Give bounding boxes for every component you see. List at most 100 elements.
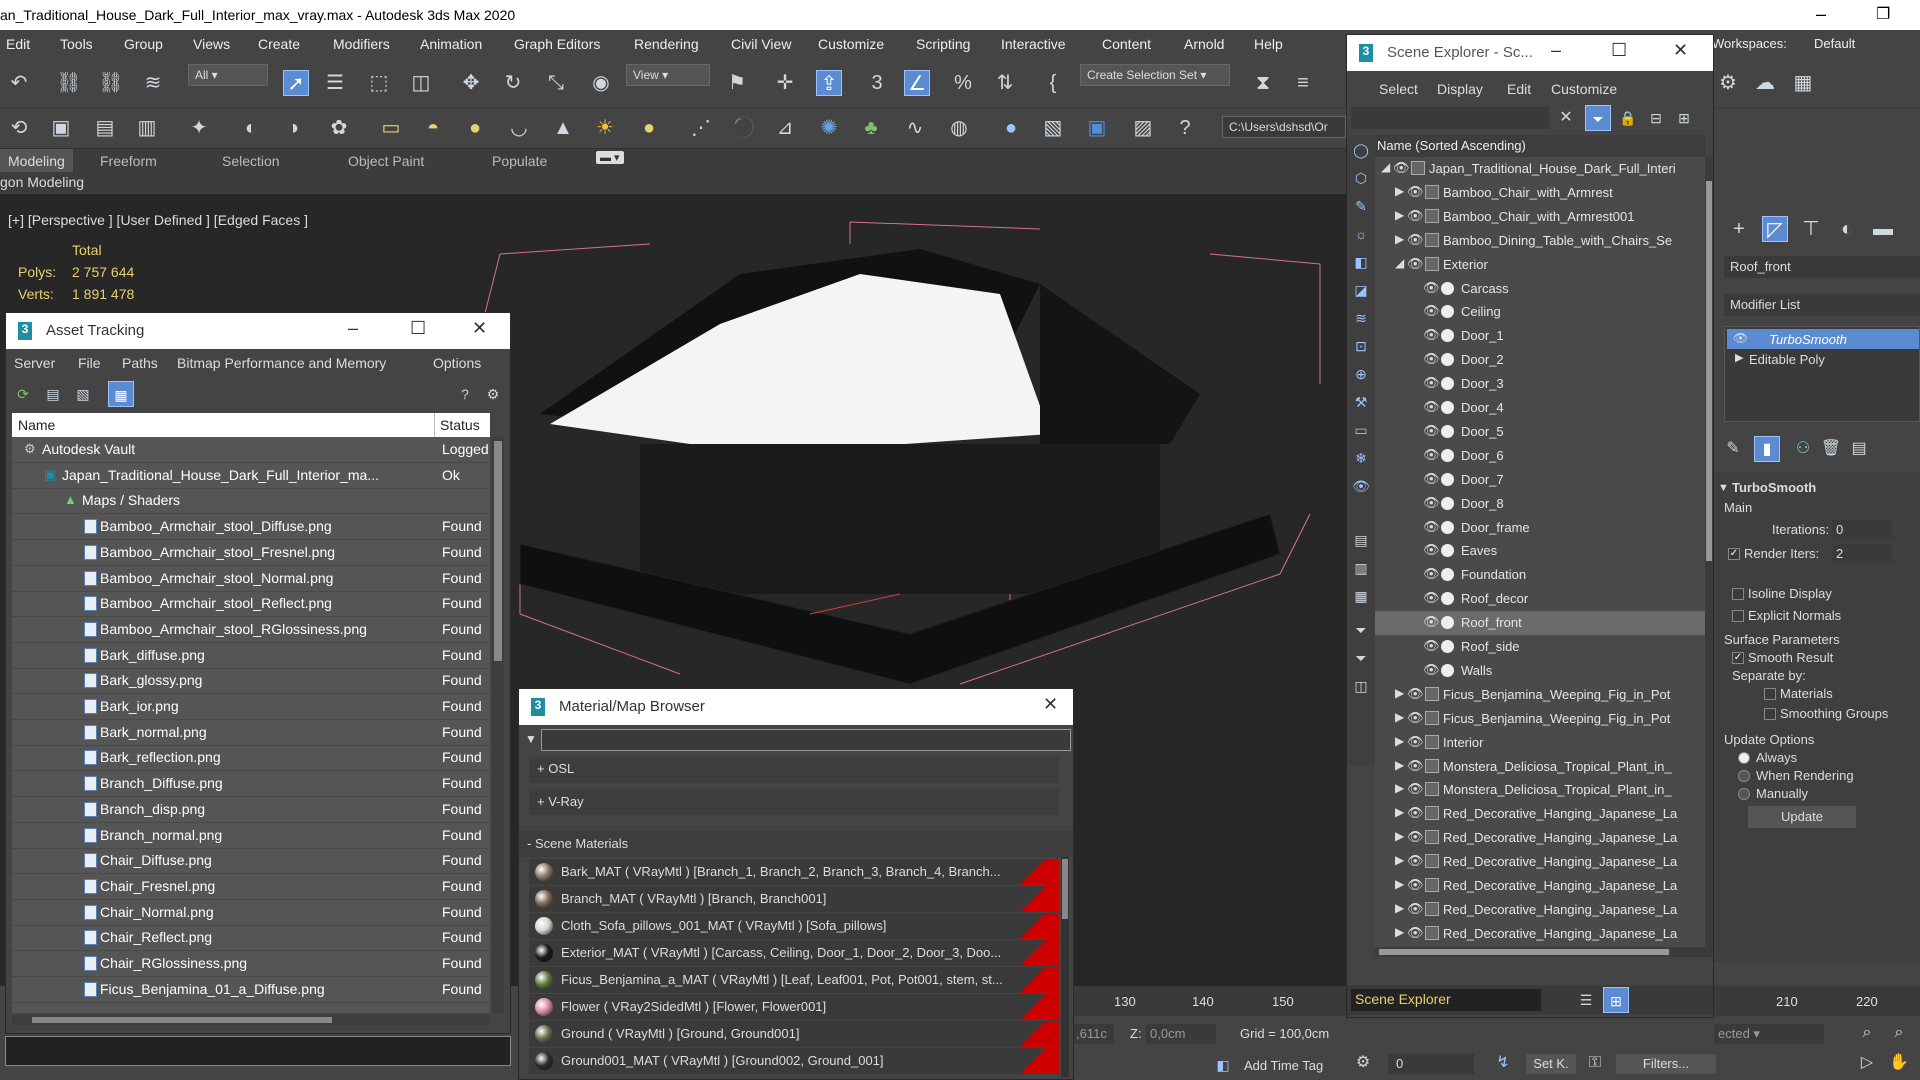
display-helpers-icon[interactable]: ◪ bbox=[1348, 277, 1374, 303]
visibility-eye-icon[interactable]: 👁 bbox=[1423, 303, 1440, 319]
unlink-icon[interactable]: ⛓ bbox=[98, 70, 124, 96]
freeze-dot-icon[interactable] bbox=[1441, 353, 1454, 367]
visibility-eye-icon[interactable]: 👁 bbox=[1407, 853, 1424, 869]
tab-selection[interactable]: Selection bbox=[222, 153, 280, 169]
visibility-eye-icon[interactable]: 👁 bbox=[1407, 877, 1424, 893]
filter-icon[interactable]: ⏷ bbox=[1585, 105, 1611, 131]
clear-search-icon[interactable]: ✕ bbox=[1553, 105, 1579, 131]
cone-icon[interactable]: ▲ bbox=[550, 115, 576, 141]
freeze-dot-icon[interactable] bbox=[1441, 640, 1454, 653]
freeze-dot-icon[interactable] bbox=[1441, 305, 1454, 319]
scene-row[interactable]: 👁 Carcass bbox=[1375, 277, 1705, 301]
camera-icon[interactable]: ◐ bbox=[238, 115, 264, 141]
visibility-eye-icon[interactable]: 👁 bbox=[1423, 471, 1440, 487]
menu-content[interactable]: Content bbox=[1102, 36, 1151, 52]
always-radio[interactable] bbox=[1738, 752, 1750, 764]
workspace-value[interactable]: Default bbox=[1814, 36, 1855, 51]
scene-row[interactable]: 👁 Door_3 bbox=[1375, 372, 1705, 396]
remove-modifier-icon[interactable]: 🗑 bbox=[1818, 436, 1844, 462]
menu-civil-view[interactable]: Civil View bbox=[731, 36, 791, 52]
freeze-dot-icon[interactable] bbox=[1441, 592, 1454, 606]
menu-create[interactable]: Create bbox=[258, 36, 300, 52]
time-ruler-left[interactable]: 130 140 150 bbox=[1074, 986, 1346, 1016]
freeze-dot-icon[interactable] bbox=[1441, 568, 1454, 582]
expand-arrow-icon[interactable]: ▶ bbox=[1395, 805, 1404, 819]
set-key-button[interactable]: Set K. bbox=[1526, 1054, 1576, 1074]
time-ruler-right[interactable]: 210 220 bbox=[1714, 986, 1920, 1016]
visibility-eye-icon[interactable]: 👁 bbox=[1407, 710, 1424, 726]
visibility-eye-icon[interactable]: 👁 bbox=[1407, 256, 1424, 272]
stack-item-editable-poly[interactable]: ▶ Editable Poly bbox=[1727, 349, 1919, 369]
menu-arnold[interactable]: Arnold bbox=[1184, 36, 1224, 52]
display-containers-icon[interactable]: ▭ bbox=[1348, 417, 1374, 443]
hierarchy-icon[interactable]: ⊟ bbox=[1643, 105, 1669, 131]
sort-icon[interactable]: ⊞ bbox=[1603, 987, 1629, 1013]
ribbon-options-icon[interactable]: ▬ ▾ bbox=[596, 151, 624, 164]
menu-server[interactable]: Server bbox=[14, 355, 55, 371]
visibility-eye-icon[interactable]: 👁 bbox=[1407, 232, 1424, 248]
auto-key-icon[interactable]: ↯ bbox=[1490, 1050, 1516, 1076]
material-row[interactable]: Ground001_MAT ( VRayMtl ) [Ground002, Gr… bbox=[529, 1048, 1059, 1074]
scene-row[interactable]: 👁 Door_frame bbox=[1375, 516, 1705, 540]
rectangular-selection-icon[interactable]: ⬚ bbox=[366, 70, 392, 96]
material-row[interactable]: Cloth_Sofa_pillows_001_MAT ( VRayMtl ) [… bbox=[529, 913, 1059, 939]
visibility-eye-icon[interactable]: 👁 bbox=[1423, 351, 1440, 367]
group-scene-materials[interactable]: - Scene Materials bbox=[519, 831, 1073, 857]
pivot-icon[interactable]: ⚑ bbox=[724, 70, 750, 96]
menu-rendering[interactable]: Rendering bbox=[634, 36, 699, 52]
scrollbar-thumb[interactable] bbox=[1706, 181, 1712, 561]
when-rendering-radio[interactable] bbox=[1738, 770, 1750, 782]
scrollbar-thumb[interactable] bbox=[1062, 859, 1068, 919]
iterations-spinner[interactable]: 0 bbox=[1832, 520, 1892, 538]
snaps-toggle-icon[interactable]: 3 bbox=[864, 70, 890, 96]
scene-tree-scrollbar[interactable] bbox=[1705, 157, 1713, 947]
asset-row[interactable]: ⚙ Autodesk Vault Logged bbox=[12, 437, 490, 463]
menu-customize[interactable]: Customize bbox=[818, 36, 884, 52]
smoothing-groups-checkbox[interactable] bbox=[1764, 708, 1776, 720]
menu-animation[interactable]: Animation bbox=[420, 36, 482, 52]
scene-row[interactable]: ◢ 👁 Japan_Traditional_House_Dark_Full_Inte… bbox=[1375, 157, 1705, 181]
expand-arrow-icon[interactable]: ▶ bbox=[1395, 781, 1404, 795]
asset-row[interactable]: Bark_normal.png Found bbox=[12, 720, 490, 746]
menu-customize[interactable]: Customize bbox=[1551, 81, 1617, 97]
asset-row[interactable]: Bark_reflection.png Found bbox=[12, 745, 490, 772]
window-crossing-icon[interactable]: ◫ bbox=[408, 70, 434, 96]
scene-row[interactable]: 👁 Eaves bbox=[1375, 539, 1705, 563]
visibility-eye-icon[interactable]: 👁 bbox=[1423, 542, 1440, 558]
expand-arrow-icon[interactable]: ▶ bbox=[1395, 184, 1404, 198]
freeze-dot-icon[interactable] bbox=[1441, 496, 1454, 510]
expand-icon[interactable]: ▶ bbox=[1735, 351, 1743, 364]
menu-group[interactable]: Group bbox=[124, 36, 163, 52]
menu-edit[interactable]: Edit bbox=[1507, 81, 1531, 97]
menu-options[interactable]: Options bbox=[433, 355, 481, 371]
freeze-dot-icon[interactable] bbox=[1441, 663, 1454, 677]
material-row[interactable]: Exterior_MAT ( VRayMtl ) [Carcass, Ceili… bbox=[529, 940, 1059, 966]
search-field[interactable] bbox=[541, 729, 1071, 751]
asset-row[interactable]: Bamboo_Armchair_stool_Fresnel.png Found bbox=[12, 540, 490, 566]
visibility-eye-icon[interactable]: 👁 bbox=[1407, 781, 1424, 797]
scene-row[interactable]: 👁 Door_7 bbox=[1375, 468, 1705, 492]
add-time-tag-button[interactable]: Add Time Tag bbox=[1244, 1058, 1323, 1073]
collapse-icon[interactable]: ▼ bbox=[1718, 482, 1729, 494]
link-icon[interactable]: ⛓ bbox=[56, 70, 82, 96]
scene-row[interactable]: 👁 Door_5 bbox=[1375, 420, 1705, 444]
materials-checkbox[interactable] bbox=[1764, 688, 1776, 700]
scene-row[interactable]: ▶ 👁 Interior bbox=[1375, 731, 1705, 755]
object-name-field[interactable]: Roof_front bbox=[1724, 256, 1920, 278]
filters-button[interactable]: Filters... bbox=[1616, 1054, 1716, 1074]
render-iters-spinner[interactable]: 2 bbox=[1832, 544, 1892, 562]
scene-row[interactable]: ▶👁 Red_Decorative_Hanging_Japanese_La bbox=[1375, 802, 1705, 826]
collapse-arrow-icon[interactable]: ◢ bbox=[1381, 160, 1390, 174]
material-row[interactable]: Branch_MAT ( VRayMtl ) [Branch, Branch00… bbox=[529, 886, 1059, 912]
visibility-eye-icon[interactable]: 👁 bbox=[1407, 734, 1424, 750]
scale-icon[interactable]: ⤡ bbox=[543, 70, 569, 96]
freeze-dot-icon[interactable] bbox=[1441, 448, 1454, 462]
close-icon[interactable]: ✕ bbox=[1673, 40, 1688, 61]
viewport-label[interactable]: [+] [Perspective ] [User Defined ] [Edge… bbox=[8, 212, 308, 228]
table-icon[interactable]: ▥ bbox=[134, 115, 160, 141]
scene-row[interactable]: 👁 Walls bbox=[1375, 659, 1705, 683]
filter-by-icon[interactable]: ⏷ bbox=[1348, 645, 1374, 671]
visibility-eye-icon[interactable]: 👁 bbox=[1407, 184, 1424, 200]
visibility-eye-icon[interactable]: 👁 bbox=[1407, 686, 1424, 702]
asset-row[interactable]: ▲ Maps / Shaders bbox=[12, 488, 490, 515]
